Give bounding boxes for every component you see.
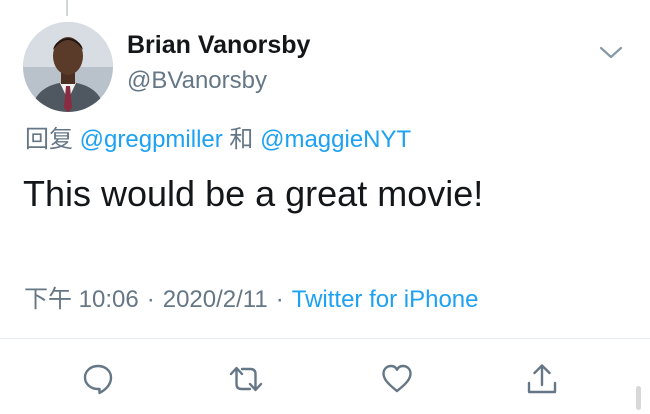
reply-prefix: 回复 — [25, 126, 80, 153]
tweet-date: 2020/2/11 — [162, 286, 268, 313]
separator-dot: · — [146, 286, 155, 313]
like-icon[interactable] — [380, 362, 414, 396]
chevron-down-icon[interactable] — [598, 43, 624, 61]
reply-joiner: 和 — [222, 126, 261, 153]
tweet-text: This would be a great movie! — [23, 173, 484, 214]
author-name[interactable]: Brian Vanorsby — [127, 33, 310, 58]
divider — [0, 338, 650, 339]
avatar[interactable] — [23, 22, 113, 112]
mention-link-gregpmiller[interactable]: @gregpmiller — [80, 126, 223, 153]
tweet-time: 下午 10:06 — [24, 286, 139, 313]
tweet-source-link[interactable]: Twitter for iPhone — [292, 286, 479, 313]
separator-dot: · — [275, 286, 284, 313]
author-handle[interactable]: @BVanorsby — [127, 69, 267, 93]
share-icon[interactable] — [525, 362, 559, 396]
thread-connector-line — [66, 0, 68, 16]
scrollbar[interactable] — [636, 386, 641, 410]
avatar-image — [23, 22, 113, 112]
mention-link-maggienyt[interactable]: @maggieNYT — [260, 126, 411, 153]
reply-icon[interactable] — [81, 362, 115, 396]
retweet-icon[interactable] — [229, 362, 263, 396]
tweet-metadata: 下午 10:06 · 2020/2/11 · Twitter for iPhone — [24, 284, 478, 316]
reply-context: 回复 @gregpmiller 和 @maggieNYT — [25, 124, 411, 156]
